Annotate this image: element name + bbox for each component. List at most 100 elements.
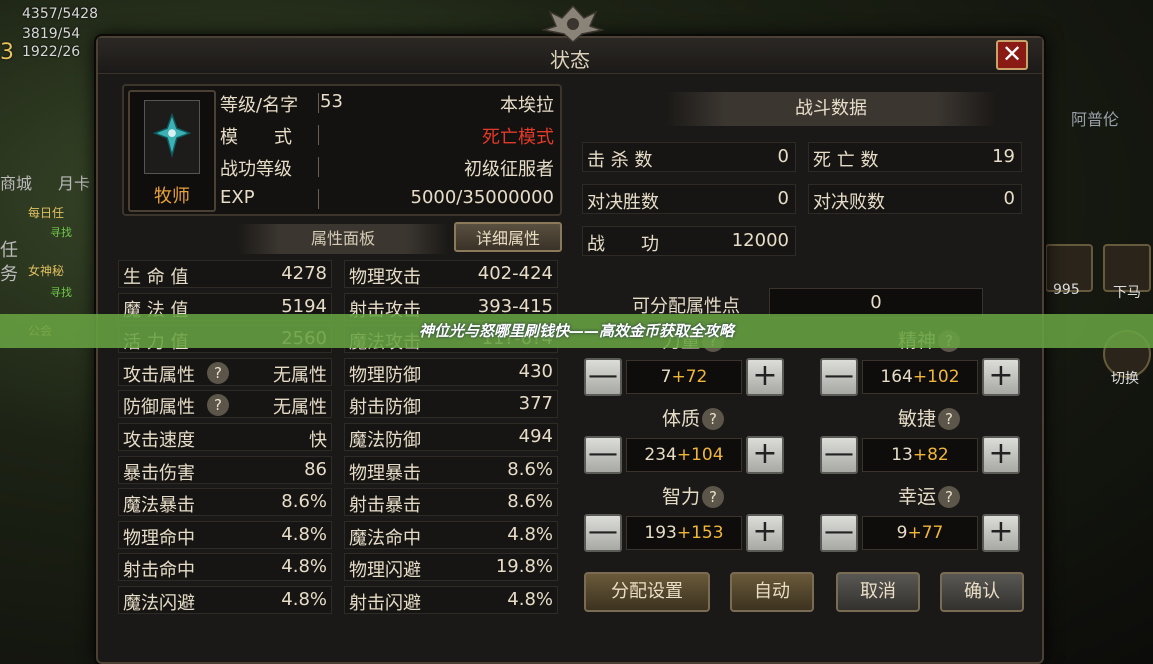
stat-label: 战 功 (587, 234, 659, 255)
attr-value: 无属性 (273, 397, 327, 419)
stat-label: 对决败数 (813, 192, 885, 213)
close-button[interactable]: ✕ (996, 40, 1028, 70)
decrease-button[interactable]: — (584, 358, 622, 396)
help-icon[interactable]: ? (938, 486, 961, 508)
help-icon[interactable]: ? (938, 408, 961, 430)
attr-label: 射击暴击 (349, 495, 421, 517)
task-label-1[interactable]: 任 (0, 236, 18, 262)
attr-value: 8.6% (507, 458, 553, 480)
attr-value: 4.8% (281, 589, 327, 610)
attr-label: 射击防御 (349, 397, 421, 419)
priest-class-icon (144, 100, 200, 174)
help-icon[interactable]: ? (702, 408, 725, 430)
increase-button[interactable]: + (982, 436, 1020, 474)
profile-row-merit: 战功等级 初级征服者 (218, 152, 558, 182)
status-window: 状态 ✕ 牧师 等级/名字 53 本埃拉 模 式 死亡模式 战功等级 初级征服者 (96, 4, 1044, 664)
attr-label: 生 命 值 (123, 267, 189, 288)
monthcard-label[interactable]: 月卡 (58, 170, 90, 194)
stat-bonus: +104 (676, 445, 724, 465)
stat-bonus: +102 (912, 367, 960, 387)
confirm-button[interactable]: 确认 (940, 572, 1024, 612)
stat-value: 0 (777, 188, 789, 209)
assign-settings-button[interactable]: 分配设置 (584, 572, 710, 612)
attr-value: 377 (518, 393, 553, 415)
help-icon[interactable]: ? (207, 394, 229, 417)
attr-value: 19.8% (495, 556, 553, 578)
attr-label: 攻击速度 (123, 430, 195, 451)
tab-attribute-panel[interactable]: 属性面板 (238, 224, 448, 254)
attr-cell-left: 攻击属性 无属性? (118, 357, 332, 386)
stat-name: 幸运 (898, 486, 937, 508)
exp-value: 5000/35000000 (410, 187, 555, 208)
stat-name-label: 幸运? (898, 482, 961, 509)
attr-value: 快 (309, 430, 327, 451)
task-label-2[interactable]: 务 (0, 260, 18, 286)
attr-cell-left: 防御属性 无属性? (118, 390, 332, 419)
tab-detail-attributes[interactable]: 详细属性 (454, 222, 562, 252)
attr-label: 魔法闪避 (123, 593, 195, 614)
cancel-button[interactable]: 取消 (836, 572, 920, 612)
stat-value: 12000 (731, 230, 789, 251)
stat-base: 9 (896, 523, 908, 543)
mp-readout: 3819/54 (22, 26, 81, 42)
quest-title[interactable]: 每日任 (28, 204, 64, 221)
stat-value: 0 (777, 146, 789, 167)
attr-cell-right: 魔法命中 4.8% (344, 520, 558, 549)
profile-row-mode: 模 式 死亡模式 (218, 120, 558, 150)
attr-cell-right: 射击闪避 4.8% (344, 586, 558, 614)
divider (318, 125, 319, 145)
increase-button[interactable]: + (746, 514, 784, 552)
attr-label: 魔法命中 (349, 527, 421, 549)
switch-label: 切换 (1111, 371, 1139, 387)
stat-name: 敏捷 (898, 408, 937, 430)
title-bar: 状态 ✕ (98, 4, 1042, 74)
attr-cell-right: 物理攻击 402-424 (344, 260, 558, 288)
attr-value: 4.8% (507, 589, 553, 610)
battle-duel-wins: 对决胜数 0 (582, 184, 796, 214)
attr-value: 8.6% (507, 491, 553, 513)
decrease-button[interactable]: — (584, 514, 622, 552)
vit-readout: 1922/26 (22, 44, 81, 60)
crest-icon (541, 4, 605, 42)
attr-value: 430 (518, 360, 553, 382)
attr-label: 魔法防御 (349, 430, 421, 451)
row-label: EXP (220, 187, 255, 208)
attr-label: 物理攻击 (349, 267, 421, 288)
stat-bonus: +77 (907, 523, 944, 543)
stat-label: 死 亡 数 (813, 150, 879, 171)
profile-card: 牧师 等级/名字 53 本埃拉 模 式 死亡模式 战功等级 初级征服者 EXP … (122, 84, 562, 216)
increase-button[interactable]: + (746, 358, 784, 396)
stat-bonus: +153 (676, 523, 724, 543)
hp-readout: 4357/5428 (22, 6, 98, 22)
attr-value: 4.8% (281, 556, 327, 578)
quest-sub: 寻找 (50, 286, 72, 299)
merit-value: 初级征服者 (464, 159, 554, 180)
help-icon[interactable]: ? (207, 361, 229, 384)
stat-name-label: 体质? (662, 404, 725, 431)
increase-button[interactable]: + (746, 436, 784, 474)
decrease-button[interactable]: — (820, 436, 858, 474)
attr-cell-right: 射击暴击 8.6% (344, 488, 558, 517)
auto-button[interactable]: 自动 (730, 572, 814, 612)
avatar: 牧师 (128, 90, 216, 212)
row-label: 模 式 (220, 127, 292, 148)
decrease-button[interactable]: — (820, 514, 858, 552)
shop-label[interactable]: 商城 (0, 170, 32, 194)
attr-label: 攻击属性 (123, 364, 195, 386)
quest-title[interactable]: 女神秘 (28, 262, 64, 279)
decrease-button[interactable]: — (584, 436, 622, 474)
attr-label: 魔法暴击 (123, 495, 195, 517)
divider (318, 189, 319, 209)
divider (318, 93, 319, 113)
stat-label: 对决胜数 (587, 192, 659, 213)
mode-value: 死亡模式 (482, 127, 554, 148)
attr-label: 物理命中 (123, 527, 195, 549)
article-banner: 神位光与怒哪里刷钱快——高效金币获取全攻略 (0, 314, 1153, 348)
decrease-button[interactable]: — (820, 358, 858, 396)
increase-button[interactable]: + (982, 514, 1020, 552)
stat-value-box: 7+72 (626, 360, 742, 394)
stat-base: 193 (644, 523, 677, 543)
help-icon[interactable]: ? (702, 486, 725, 508)
attr-value: 4.8% (507, 523, 553, 545)
increase-button[interactable]: + (982, 358, 1020, 396)
